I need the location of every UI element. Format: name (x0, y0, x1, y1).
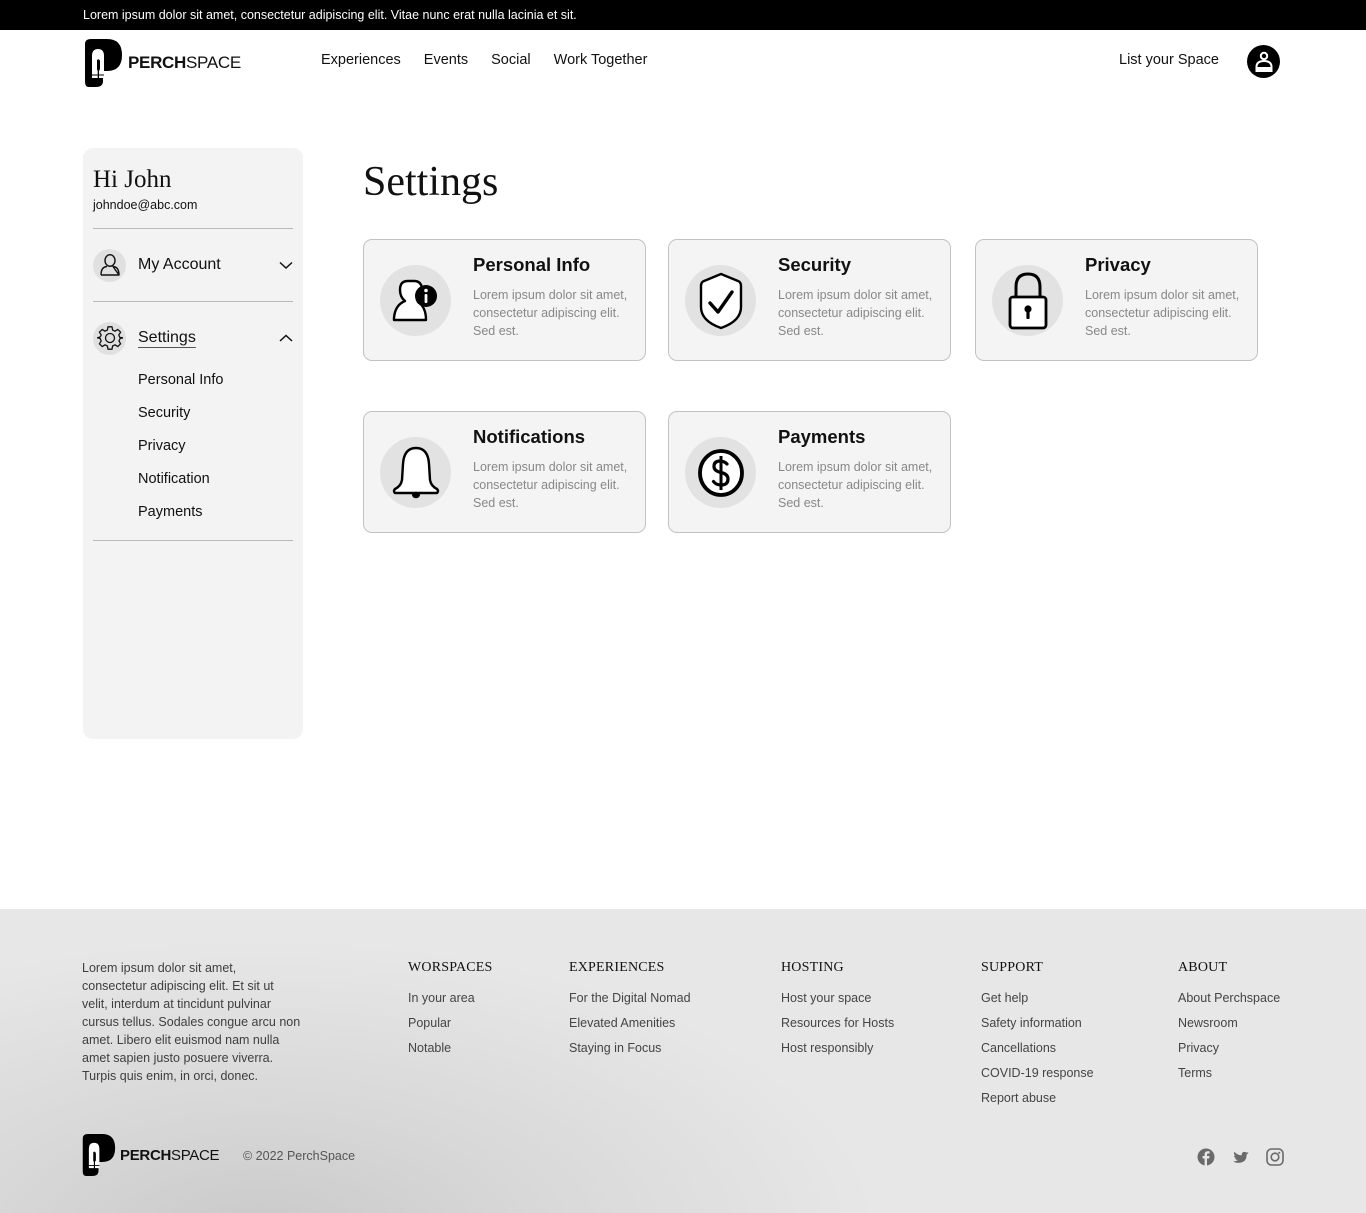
perchspace-logo-icon (81, 1133, 116, 1177)
sidebar-item-privacy[interactable]: Privacy (138, 438, 186, 454)
footer-column-heading: WORSPACES (408, 960, 493, 975)
settings-card-payments[interactable]: Payments Lorem ipsum dolor sit amet, con… (668, 411, 951, 533)
settings-card-privacy[interactable]: Privacy Lorem ipsum dolor sit amet, cons… (975, 239, 1258, 361)
nav-social[interactable]: Social (491, 52, 531, 68)
logo-wordmark: PERCHSPACE (120, 1146, 220, 1164)
footer-link[interactable]: Elevated Amenities (569, 1015, 691, 1032)
footer-link[interactable]: Report abuse (981, 1090, 1094, 1107)
chevron-down-icon (279, 261, 293, 270)
account-sidebar: Hi John johndoe@abc.com My Account Setti… (83, 148, 303, 739)
footer-link[interactable]: Newsroom (1178, 1015, 1280, 1032)
footer-link[interactable]: Popular (408, 1015, 493, 1032)
my-account-label: My Account (138, 256, 221, 273)
footer-column-heading: ABOUT (1178, 960, 1228, 975)
footer-column-about: ABOUT About Perchspace Newsroom Privacy … (1178, 960, 1280, 1090)
user-icon (93, 248, 126, 282)
copyright: © 2022 PerchSpace (243, 1149, 356, 1163)
footer-link[interactable]: Staying in Focus (569, 1040, 691, 1057)
settings-card-notifications[interactable]: Notifications Lorem ipsum dolor sit amet… (363, 411, 646, 533)
nav-work-together[interactable]: Work Together (554, 52, 648, 68)
dollar-coin-icon (685, 437, 756, 508)
user-circle-icon (1255, 51, 1272, 72)
sidebar-section-my-account[interactable]: My Account (93, 248, 293, 282)
footer-link[interactable]: Privacy (1178, 1040, 1280, 1057)
footer-link[interactable]: About Perchspace (1178, 990, 1280, 1007)
card-description: Lorem ipsum dolor sit amet, consectetur … (473, 460, 628, 510)
footer-about-text: Lorem ipsum dolor sit amet, consectetur … (82, 961, 301, 1083)
card-title: Personal Info (473, 254, 591, 275)
gear-icon (93, 321, 126, 355)
user-info-icon (380, 265, 451, 336)
shield-check-icon (685, 265, 756, 336)
footer-link[interactable]: Resources for Hosts (781, 1015, 894, 1032)
card-title: Privacy (1085, 254, 1151, 275)
site-header: PERCHSPACE Experiences Events Social Wor… (0, 30, 1366, 94)
main-nav: Experiences Events Social Work Together (321, 52, 647, 68)
nav-events[interactable]: Events (424, 52, 468, 68)
footer-link[interactable]: Get help (981, 990, 1094, 1007)
settings-label: Settings (138, 329, 196, 346)
footer-link[interactable]: COVID-19 response (981, 1065, 1094, 1082)
sidebar-section-settings[interactable]: Settings (93, 321, 293, 355)
announcement-bar: Lorem ipsum dolor sit amet, consectetur … (0, 0, 1366, 30)
bell-icon (380, 437, 451, 508)
footer-column-heading: EXPERIENCES (569, 960, 665, 975)
footer-link[interactable]: Host your space (781, 990, 894, 1007)
logo-link[interactable]: PERCHSPACE (83, 38, 241, 88)
page-title: Settings (363, 159, 499, 205)
greeting: Hi John (93, 166, 172, 193)
user-email: johndoe@abc.com (93, 198, 198, 212)
card-title: Notifications (473, 426, 586, 447)
sidebar-item-notification[interactable]: Notification (138, 471, 210, 487)
card-title: Security (778, 254, 852, 275)
twitter-link[interactable] (1230, 1147, 1250, 1167)
footer-link[interactable]: For the Digital Nomad (569, 990, 691, 1007)
footer-link[interactable]: In your area (408, 990, 493, 1007)
lock-icon (992, 265, 1063, 336)
card-description: Lorem ipsum dolor sit amet, consectetur … (1085, 288, 1240, 338)
profile-button[interactable] (1247, 45, 1280, 78)
footer-link[interactable]: Terms (1178, 1065, 1280, 1082)
list-your-space-link[interactable]: List your Space (1119, 52, 1219, 68)
footer-column-experiences: EXPERIENCES For the Digital Nomad Elevat… (569, 960, 691, 1065)
settings-card-security[interactable]: Security Lorem ipsum dolor sit amet, con… (668, 239, 951, 361)
footer-link[interactable]: Host responsibly (781, 1040, 894, 1057)
footer-link[interactable]: Notable (408, 1040, 493, 1057)
footer-column-hosting: HOSTING Host your space Resources for Ho… (781, 960, 894, 1065)
footer-column-heading: HOSTING (781, 960, 844, 975)
announcement-text: Lorem ipsum dolor sit amet, consectetur … (83, 8, 577, 22)
divider (93, 228, 293, 229)
twitter-icon (1232, 1151, 1249, 1163)
facebook-icon (1197, 1148, 1215, 1166)
footer-logo-link[interactable]: PERCHSPACE (81, 1133, 220, 1177)
footer-column-workspaces: WORSPACES In your area Popular Notable (408, 960, 493, 1065)
card-description: Lorem ipsum dolor sit amet, consectetur … (473, 288, 628, 338)
sidebar-item-payments[interactable]: Payments (138, 504, 202, 520)
facebook-link[interactable] (1196, 1147, 1216, 1167)
sidebar-item-personal-info[interactable]: Personal Info (138, 372, 223, 388)
instagram-link[interactable] (1265, 1147, 1285, 1167)
footer-column-heading: SUPPORT (981, 960, 1044, 975)
settings-card-personal-info[interactable]: Personal Info Lorem ipsum dolor sit amet… (363, 239, 646, 361)
nav-experiences[interactable]: Experiences (321, 52, 401, 68)
sidebar-item-security[interactable]: Security (138, 405, 190, 421)
footer-column-support: SUPPORT Get help Safety information Canc… (981, 960, 1094, 1115)
card-title: Payments (778, 426, 866, 447)
footer-link[interactable]: Safety information (981, 1015, 1094, 1032)
card-description: Lorem ipsum dolor sit amet, consectetur … (778, 288, 933, 338)
site-footer: Lorem ipsum dolor sit amet, consectetur … (0, 909, 1366, 1213)
instagram-icon (1266, 1148, 1284, 1166)
card-description: Lorem ipsum dolor sit amet, consectetur … (778, 460, 933, 510)
perchspace-logo-icon (83, 38, 123, 88)
chevron-up-icon (279, 334, 293, 342)
divider (93, 301, 293, 302)
divider (93, 540, 293, 541)
footer-link[interactable]: Cancellations (981, 1040, 1094, 1057)
logo-wordmark: PERCHSPACE (128, 53, 241, 72)
